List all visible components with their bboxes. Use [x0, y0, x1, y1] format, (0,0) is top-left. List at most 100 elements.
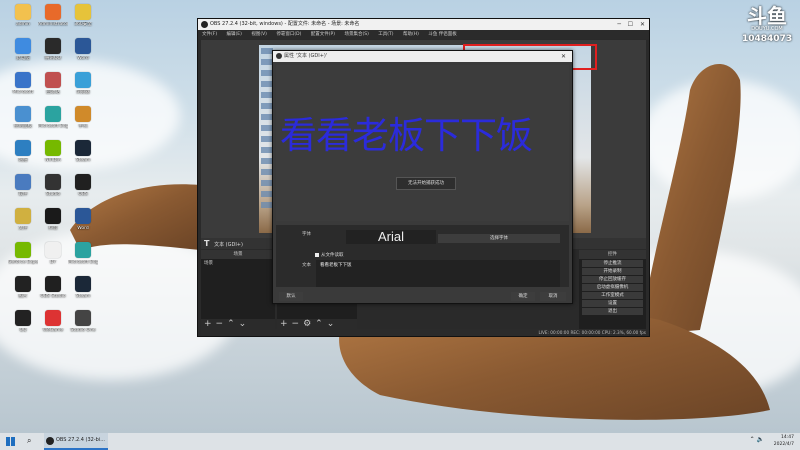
desktop-icon[interactable]: QQ	[8, 310, 38, 333]
checkbox-icon[interactable]	[315, 252, 319, 257]
desktop-icon-label: Studio	[45, 192, 61, 197]
desktop-icon-label: 腾讯QQ	[44, 56, 62, 61]
desktop-icon[interactable]: 浏览器	[68, 72, 98, 95]
desktop-icon[interactable]: 照片	[8, 276, 38, 299]
desktop-icon[interactable]: DY	[38, 242, 68, 265]
app-icon	[75, 242, 91, 258]
defaults-button[interactable]: 默认	[279, 292, 303, 301]
desktop: admin Administrator 360安全此电脑 腾讯QQ Word Micros…	[0, 0, 800, 433]
desktop-icon[interactable]: 此电脑	[8, 38, 38, 61]
read-from-file-checkbox[interactable]: 从文件读取	[315, 252, 344, 258]
obs-title-bar[interactable]: OBS 27.2.4 (32-bit, windows) - 配置文件: 未命名…	[198, 19, 649, 30]
desktop-icon[interactable]: OBS Studio	[38, 276, 68, 299]
menu-edit[interactable]: 编辑(E)	[227, 32, 242, 37]
text-input[interactable]: 看看老板下下饭	[316, 260, 560, 287]
start-recording-button[interactable]: 开始录制	[582, 268, 643, 275]
menu-tools[interactable]: 工具(T)	[378, 32, 393, 37]
menu-scene-collection[interactable]: 场景集合(S)	[344, 32, 368, 37]
scenes-header: 场景	[201, 250, 275, 259]
desktop-icon[interactable]: OBS	[68, 174, 98, 197]
desktop-icon[interactable]: Studio	[38, 174, 68, 197]
desktop-icon[interactable]: Steam	[68, 276, 98, 299]
close-icon[interactable]: ✕	[561, 51, 566, 62]
studio-mode-button[interactable]: 工作室模式	[582, 292, 643, 299]
select-font-button[interactable]: 选择字体	[438, 234, 560, 243]
font-value: Arial	[346, 230, 436, 244]
menu-douyu[interactable]: 斗鱼 伴侣面板	[428, 32, 456, 37]
search-icon[interactable]: ⌕	[27, 436, 31, 446]
scene-item[interactable]: 场景	[201, 259, 275, 267]
remove-source-icon[interactable]: −	[292, 319, 300, 329]
desktop-icon[interactable]: Microsoft Edge	[68, 242, 98, 265]
add-source-icon[interactable]: +	[280, 319, 288, 329]
desktop-icon[interactable]: Word	[68, 208, 98, 231]
desktop-icon-label: NVIDIA	[45, 158, 61, 163]
desktop-icon[interactable]: 手机	[68, 106, 98, 129]
app-icon	[75, 38, 91, 54]
desktop-icon[interactable]: admin	[8, 4, 38, 27]
stop-replay-buffer-button[interactable]: 停止回放缓存	[582, 276, 643, 283]
app-icon	[45, 140, 61, 156]
obs-menu-bar: 文件(F) 编辑(E) 视图(V) 停靠窗口(D) 配置文件(P) 场景集合(S…	[198, 30, 649, 39]
properties-title-bar[interactable]: 属性 '文本 (GDI+)' ✕	[273, 51, 572, 62]
tray-icons[interactable]: ⌃ 🔈	[750, 436, 764, 443]
exit-button[interactable]: 退出	[582, 308, 643, 315]
desktop-icon[interactable]: 抖音	[38, 208, 68, 231]
settings-button[interactable]: 设置	[582, 300, 643, 307]
desktop-icon[interactable]: WeGame	[38, 310, 68, 333]
menu-profile[interactable]: 配置文件(P)	[311, 32, 335, 37]
ok-button[interactable]: 确定	[511, 292, 535, 301]
minimize-icon[interactable]: ─	[617, 19, 621, 30]
virtual-camera-button[interactable]: 启动虚拟摄像机	[582, 284, 643, 291]
properties-dialog[interactable]: 属性 '文本 (GDI+)' ✕ 看看老板下下饭 无法开始捕获成功 字体 Ari…	[272, 50, 573, 304]
desktop-icon[interactable]: 网络	[8, 140, 38, 163]
windows-start-icon[interactable]	[6, 437, 15, 446]
desktop-icon-label: 360安全	[74, 22, 92, 27]
up-icon[interactable]: ⌃	[315, 319, 323, 329]
douyu-watermark: 斗鱼 DOUYU.COM 10484073	[742, 6, 792, 44]
desktop-icon[interactable]: Steam	[68, 140, 98, 163]
desktop-icon-label: Studio One	[70, 328, 96, 333]
desktop-icon[interactable]: 文件	[8, 208, 38, 231]
stop-streaming-button[interactable]: 停止推流	[582, 260, 643, 267]
menu-docks[interactable]: 停靠窗口(D)	[276, 32, 301, 37]
menu-help[interactable]: 帮助(H)	[403, 32, 419, 37]
desktop-icon-label: Steam	[75, 158, 91, 163]
app-icon	[75, 310, 91, 326]
desktop-icon[interactable]: Word	[68, 38, 98, 61]
desktop-icon-label: 此电脑	[16, 56, 30, 61]
desktop-icon-label: Word	[77, 56, 89, 61]
desktop-icon-label: 网络	[18, 158, 28, 163]
desktop-icon[interactable]: Geforce Experience	[8, 242, 38, 265]
down-icon[interactable]: ⌄	[327, 319, 335, 329]
taskbar-obs-button[interactable]: OBS 27.2.4 (32-bi...	[44, 433, 108, 450]
room-number: 10484073	[742, 34, 793, 44]
remove-icon[interactable]: −	[216, 319, 224, 329]
desktop-icon-label: 控制面板	[14, 124, 32, 129]
maximize-icon[interactable]: ☐	[628, 19, 633, 30]
app-icon	[45, 208, 61, 224]
system-clock[interactable]: 14:47 2022/4/7	[774, 434, 794, 448]
close-icon[interactable]: ✕	[640, 19, 645, 30]
menu-view[interactable]: 视图(V)	[251, 32, 267, 37]
desktop-icon[interactable]: Studio One	[68, 310, 98, 333]
up-icon[interactable]: ⌃	[227, 319, 235, 329]
gear-icon[interactable]: ⚙	[303, 319, 311, 329]
desktop-icon[interactable]: 360安全	[68, 4, 98, 27]
desktop-icon[interactable]: NVIDIA	[38, 140, 68, 163]
desktop-icon-label: 照片	[18, 294, 28, 299]
add-icon[interactable]: +	[204, 319, 212, 329]
desktop-icon[interactable]: 回收站	[38, 72, 68, 95]
clock-date: 2022/4/7	[773, 442, 794, 447]
desktop-icon[interactable]: Microsoft	[8, 72, 38, 95]
desktop-icon[interactable]: Microsoft Edge	[38, 106, 68, 129]
down-icon[interactable]: ⌄	[239, 319, 247, 329]
desktop-icon[interactable]: Administrator	[38, 4, 68, 27]
app-icon	[15, 174, 31, 190]
cancel-button[interactable]: 取消	[540, 292, 566, 301]
desktop-icon[interactable]: 软件	[8, 174, 38, 197]
desktop-icon[interactable]: 控制面板	[8, 106, 38, 129]
desktop-icon-label: 手机	[78, 124, 88, 129]
desktop-icon[interactable]: 腾讯QQ	[38, 38, 68, 61]
menu-file[interactable]: 文件(F)	[202, 32, 217, 37]
